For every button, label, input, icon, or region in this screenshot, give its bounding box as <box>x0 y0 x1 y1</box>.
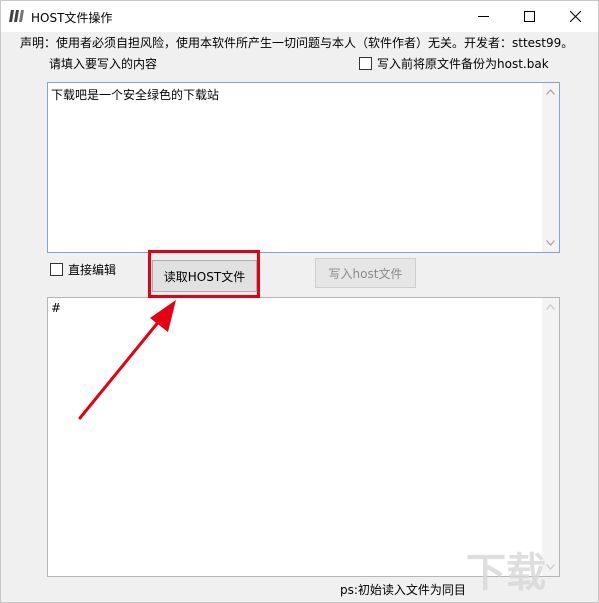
write-content-textarea[interactable]: 下载吧是一个安全绿色的下载站 <box>47 82 560 253</box>
direct-edit-checkbox[interactable] <box>50 263 63 276</box>
app-logo-icon <box>9 10 24 22</box>
backup-checkbox[interactable] <box>359 57 372 70</box>
ps-note: ps:初始读入文件为同目 <box>340 583 466 597</box>
svg-text:下载: 下载 <box>466 550 546 596</box>
host-content-text: # <box>51 301 62 315</box>
input-prompt-label: 请填入要写入的内容 <box>49 57 158 71</box>
backup-checkbox-row[interactable]: 写入前将原文件备份为host.bak <box>359 55 549 72</box>
input-scrollbar[interactable] <box>542 83 559 252</box>
maximize-button[interactable] <box>506 1 552 32</box>
chevron-up-icon[interactable] <box>546 304 555 310</box>
maximize-icon <box>523 11 535 22</box>
direct-edit-checkbox-row[interactable]: 直接编辑 <box>50 261 116 278</box>
write-content-text: 下载吧是一个安全绿色的下载站 <box>51 88 220 102</box>
window-title: HOST文件操作 <box>31 11 113 25</box>
backup-checkbox-label: 写入前将原文件备份为host.bak <box>377 57 549 71</box>
close-button[interactable] <box>552 1 598 32</box>
write-host-button[interactable]: 写入host文件 <box>315 258 416 288</box>
chevron-up-icon[interactable] <box>546 89 555 95</box>
title-bar[interactable]: HOST文件操作 <box>1 1 598 32</box>
minimize-button[interactable] <box>460 1 506 32</box>
red-arrow-icon <box>78 300 176 420</box>
minimize-icon <box>477 16 489 17</box>
watermark-logo-icon: 下载 <box>466 550 546 596</box>
close-icon <box>569 11 581 22</box>
output-scrollbar[interactable] <box>542 298 559 576</box>
direct-edit-label: 直接编辑 <box>68 263 117 277</box>
read-host-button[interactable]: 读取HOST文件 <box>152 260 257 292</box>
chevron-down-icon[interactable] <box>546 240 555 246</box>
disclaimer-notice: 声明：使用者必须自担风险，使用本软件所产生一切问题与本人（软件作者）无关。开发者… <box>20 36 574 50</box>
